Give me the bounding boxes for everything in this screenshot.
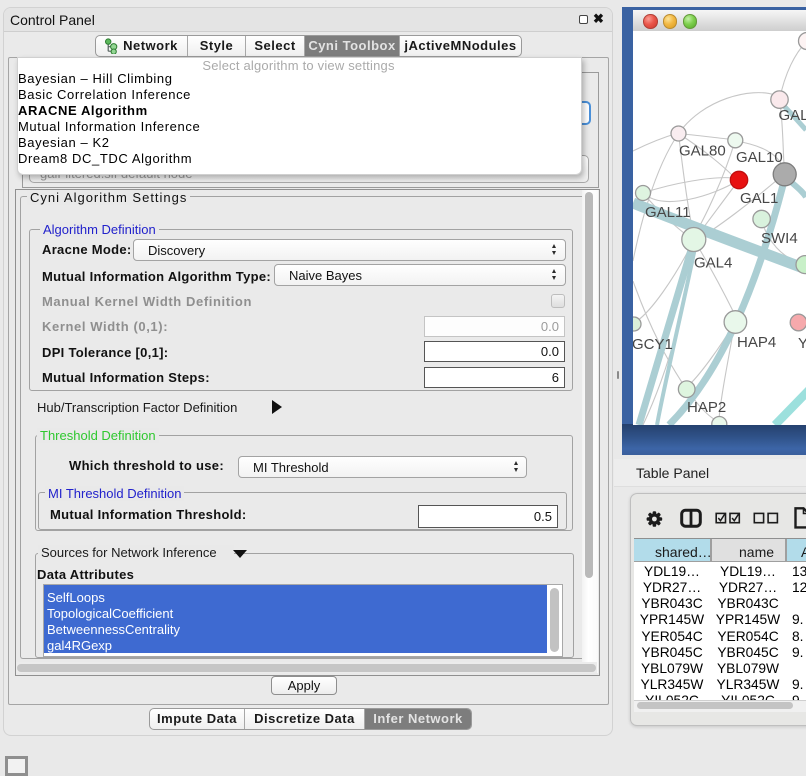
- svg-text:GAL4: GAL4: [694, 255, 732, 272]
- svg-text:GAL80: GAL80: [679, 143, 726, 160]
- svg-text:GAL1: GAL1: [740, 190, 778, 207]
- svg-text:HAP2: HAP2: [687, 399, 726, 416]
- svg-text:GCY1: GCY1: [633, 336, 673, 353]
- svg-text:HAP4: HAP4: [737, 334, 776, 351]
- svg-text:GAL10: GAL10: [736, 149, 783, 166]
- svg-text:SWI4: SWI4: [761, 230, 798, 247]
- svg-text:GAL7: GAL7: [779, 107, 806, 124]
- svg-text:GAL11: GAL11: [645, 204, 691, 221]
- svg-text:Y: Y: [798, 335, 806, 352]
